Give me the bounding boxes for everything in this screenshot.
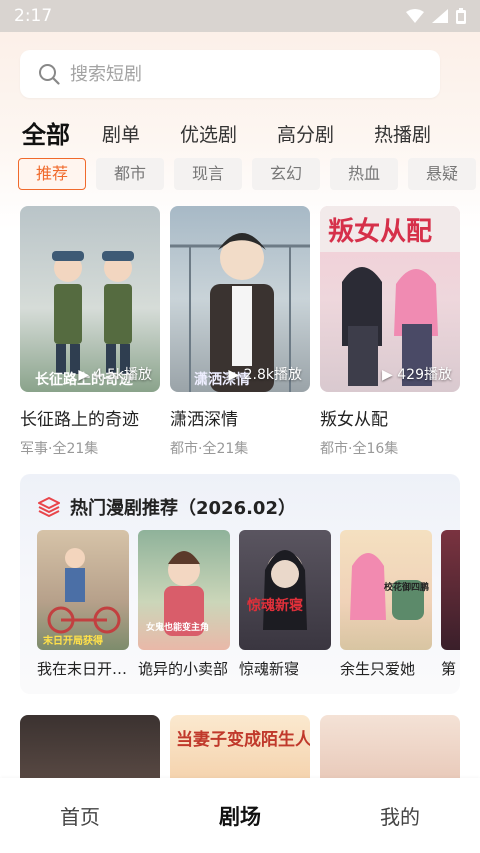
drama-meta: 军事·全21集: [20, 441, 99, 457]
hot-drama-poster[interactable]: 惊魂新寝: [239, 530, 331, 650]
search-icon: [39, 64, 60, 85]
genre-filter-row: 推荐 都市 现言 玄幻 热血 悬疑: [18, 158, 476, 192]
nav-mine[interactable]: 我的: [340, 801, 460, 830]
status-bar: 2:17: [0, 0, 480, 32]
nav-home[interactable]: 首页: [20, 801, 140, 830]
poster-illustration: 末日开局获得: [43, 548, 121, 647]
battery-icon: [456, 8, 466, 24]
header-background: [0, 0, 480, 230]
play-count-value: 2.8k播放: [243, 367, 302, 383]
search-bar[interactable]: [20, 50, 440, 98]
category-tabs: 全部 剧单 优选剧 高分剧 热播剧: [22, 118, 471, 152]
genre-chip-recommend[interactable]: 推荐: [18, 158, 86, 190]
play-count-value: 4.5k播放: [93, 367, 152, 383]
tab-trending[interactable]: 热播剧: [374, 118, 431, 152]
hot-drama-item[interactable]: 第: [441, 530, 460, 679]
drama-poster[interactable]: 潇洒深情 ▶ 2.8k播放: [170, 206, 310, 392]
poster-title-text: 当妻子变成陌生人: [176, 730, 310, 750]
hot-drama-poster[interactable]: [441, 530, 460, 650]
hot-drama-title: 诡异的小卖部: [138, 660, 229, 678]
hot-drama-item[interactable]: 女鬼也能变主角 诡异的小卖部: [138, 530, 230, 679]
hot-recommend-header: 热门漫剧推荐（2026.02）: [38, 494, 296, 520]
hot-drama-item[interactable]: 校花御四鹏 余生只爱她: [340, 530, 432, 679]
status-icons: [406, 8, 466, 24]
poster-title-text: 惊魂新寝: [246, 597, 303, 614]
hot-drama-poster[interactable]: 校花御四鹏: [340, 530, 432, 650]
drama-title: 潇洒深情: [170, 410, 238, 430]
bottom-navigation: 首页 剧场 我的: [0, 778, 480, 853]
drama-card[interactable]: 潇洒深情 ▶ 2.8k播放 潇洒深情 都市·全21集: [170, 206, 310, 458]
drama-title: 叛女从配: [320, 410, 388, 430]
hot-recommend-title: 热门漫剧推荐（2026.02）: [70, 498, 296, 519]
wifi-icon: [406, 9, 424, 23]
signal-icon: [432, 9, 448, 23]
hot-drama-poster[interactable]: 末日开局获得: [37, 530, 129, 650]
tab-top-rated[interactable]: 高分剧: [277, 118, 334, 152]
poster-title-text: 末日开局获得: [43, 634, 103, 647]
drama-poster[interactable]: 当妻子变成陌生人: [170, 715, 310, 785]
drama-poster[interactable]: [320, 715, 460, 785]
genre-chip-romance[interactable]: 现言: [174, 158, 242, 190]
poster-title-text: 女鬼也能变主角: [146, 621, 209, 633]
tab-featured[interactable]: 优选剧: [180, 118, 237, 152]
hot-drama-item[interactable]: 末日开局获得 我在末日开…: [37, 530, 129, 679]
drama-poster[interactable]: 长征路上的奇迹 ▶ 4.5k播放: [20, 206, 160, 392]
drama-meta: 都市·全21集: [170, 441, 249, 457]
poster-illustration: 惊魂新寝: [246, 550, 307, 630]
drama-poster[interactable]: [20, 715, 160, 785]
drama-title: 长征路上的奇迹: [20, 410, 139, 430]
hot-drama-title: 第: [441, 660, 457, 678]
genre-chip-action[interactable]: 热血: [330, 158, 398, 190]
drama-card[interactable]: 叛女从配 ▶ 429播放 叛女从配 都市·全16集: [320, 206, 460, 458]
tab-all[interactable]: 全部: [22, 118, 70, 152]
search-input[interactable]: [70, 63, 410, 85]
drama-poster[interactable]: 叛女从配 ▶ 429播放: [320, 206, 460, 392]
hot-drama-poster[interactable]: 女鬼也能变主角: [138, 530, 230, 650]
play-count: ▶ 2.8k播放: [228, 367, 302, 383]
play-count-value: 429播放: [397, 367, 452, 383]
poster-illustration: 校花御四鹏: [350, 553, 429, 620]
play-count: ▶ 429播放: [382, 367, 452, 383]
layers-icon: [38, 497, 60, 517]
hot-drama-title: 余生只爱她: [340, 660, 416, 678]
hot-recommend-section: 热门漫剧推荐（2026.02） 末日开局获得 我在末日开… 女鬼也能变主角 诡异…: [20, 474, 460, 694]
genre-chip-fantasy[interactable]: 玄幻: [252, 158, 320, 190]
genre-chip-mystery[interactable]: 悬疑: [408, 158, 476, 190]
genre-chip-urban[interactable]: 都市: [96, 158, 164, 190]
hot-drama-title: 我在末日开…: [37, 660, 128, 678]
poster-title-text: 叛女从配: [328, 216, 432, 247]
tab-playlist[interactable]: 剧单: [102, 118, 140, 152]
nav-theater[interactable]: 剧场: [180, 801, 300, 831]
next-row-posters: 当妻子变成陌生人: [0, 715, 480, 785]
poster-title-text: 校花御四鹏: [384, 581, 429, 593]
hot-drama-item[interactable]: 惊魂新寝 惊魂新寝: [239, 530, 331, 679]
poster-illustration: 女鬼也能变主角: [146, 551, 209, 636]
drama-meta: 都市·全16集: [320, 441, 399, 457]
status-time: 2:17: [14, 6, 53, 26]
play-count: ▶ 4.5k播放: [78, 367, 152, 383]
hot-drama-title: 惊魂新寝: [239, 660, 300, 678]
drama-card[interactable]: 长征路上的奇迹 ▶ 4.5k播放 长征路上的奇迹 军事·全21集: [20, 206, 160, 458]
